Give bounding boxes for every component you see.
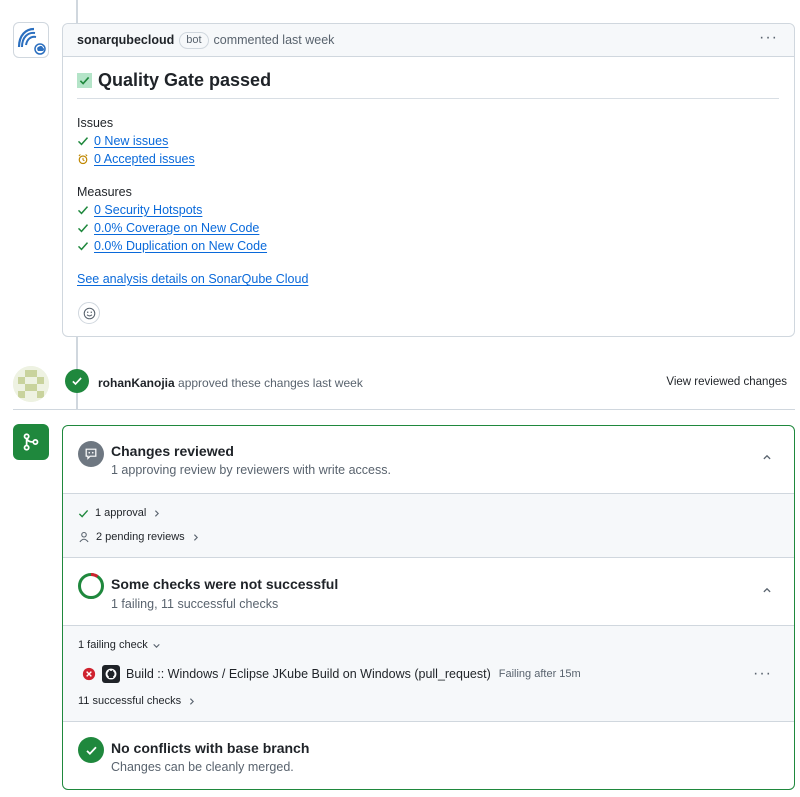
failing-check-options-button[interactable]: ···: [753, 666, 772, 682]
comment-header: sonarqubecloud bot commented last week ·…: [63, 24, 794, 57]
pending-reviews-row[interactable]: 2 pending reviews: [78, 531, 200, 543]
success-check-icon: [78, 737, 104, 763]
title-divider: [77, 98, 779, 99]
timeline-divider: [13, 409, 795, 410]
check-icon: [77, 135, 91, 147]
failing-check-row[interactable]: Build :: Windows / Eclipse JKube Build o…: [82, 665, 581, 683]
chevron-up-icon[interactable]: [762, 585, 772, 595]
approval-event: rohanKanojia approved these changes last…: [98, 376, 363, 390]
duplication-link[interactable]: 0.0% Duplication on New Code: [94, 239, 267, 253]
x-circle-icon: [82, 667, 96, 681]
changes-reviewed-subtitle: 1 approving review by reviewers with wri…: [111, 463, 391, 477]
approval-count-row[interactable]: 1 approval: [78, 507, 161, 519]
review-comment-icon: [78, 441, 104, 467]
sonarqube-logo-icon: [17, 27, 46, 55]
accepted-issues-link[interactable]: 0 Accepted issues: [94, 152, 195, 166]
chevron-right-icon: [187, 697, 196, 706]
analysis-details-link[interactable]: See analysis details on SonarQube Cloud: [77, 272, 308, 286]
check-icon: [77, 240, 91, 252]
no-conflicts-section: No conflicts with base branch Changes ca…: [63, 721, 794, 789]
chevron-right-icon: [191, 533, 200, 542]
new-issues-link[interactable]: 0 New issues: [94, 134, 168, 148]
changes-reviewed-section[interactable]: Changes reviewed 1 approving review by r…: [63, 426, 794, 493]
check-icon: [77, 204, 91, 216]
failing-checks-toggle[interactable]: 1 failing check: [78, 639, 161, 651]
approver-name[interactable]: rohanKanojia: [98, 376, 175, 390]
chevron-right-icon: [152, 509, 161, 518]
measures-row-coverage: 0.0% Coverage on New Code: [77, 221, 259, 235]
failing-checks-label: 1 failing check: [78, 639, 148, 651]
security-hotspots-link[interactable]: 0 Security Hotspots: [94, 203, 202, 217]
failing-check-status: Failing after 15m: [498, 668, 581, 680]
no-conflicts-title: No conflicts with base branch: [111, 740, 310, 756]
alarm-clock-icon: [77, 153, 91, 165]
issues-row-accepted: 0 Accepted issues: [77, 152, 195, 166]
comment-author[interactable]: sonarqubecloud: [77, 33, 174, 47]
add-reaction-button[interactable]: [78, 302, 100, 324]
successful-checks-toggle[interactable]: 11 successful checks: [78, 695, 196, 707]
identicon-icon: [13, 366, 49, 402]
checks-section[interactable]: Some checks were not successful 1 failin…: [63, 557, 794, 626]
bot-badge: bot: [179, 31, 209, 49]
comment-timestamp[interactable]: commented last week: [214, 33, 335, 47]
merge-status-card: Changes reviewed 1 approving review by r…: [62, 425, 795, 790]
comment-options-button[interactable]: ···: [759, 30, 778, 46]
github-logo-icon: [102, 665, 120, 683]
no-conflicts-subtitle: Changes can be cleanly merged.: [111, 760, 294, 774]
smiley-icon: [83, 307, 95, 319]
checks-title: Some checks were not successful: [111, 576, 339, 592]
changes-reviewed-title: Changes reviewed: [111, 443, 234, 459]
person-icon: [78, 531, 90, 543]
check-icon: [78, 508, 89, 519]
pending-reviews: 2 pending reviews: [96, 531, 185, 543]
view-reviewed-changes-link[interactable]: View reviewed changes: [666, 376, 787, 388]
rohankanojia-avatar[interactable]: [13, 366, 49, 402]
quality-gate-title: Quality Gate passed: [77, 70, 271, 91]
checks-status-ring-icon: [78, 572, 104, 599]
measures-label: Measures: [77, 185, 132, 199]
issues-row-new: 0 New issues: [77, 134, 168, 148]
sonar-comment-card: sonarqubecloud bot commented last week ·…: [62, 23, 795, 337]
failing-check-name[interactable]: Build :: Windows / Eclipse JKube Build o…: [126, 667, 491, 681]
git-merge-icon: [13, 424, 49, 460]
chevron-down-icon: [152, 641, 161, 650]
approved-check-icon: [65, 369, 89, 393]
checkbox-icon: [77, 73, 92, 88]
approval-count: 1 approval: [95, 507, 147, 519]
issues-label: Issues: [77, 116, 114, 130]
checks-subtitle: 1 failing, 11 successful checks: [111, 597, 279, 611]
timeline-line-top: [76, 0, 78, 23]
review-details-section: 1 approval 2 pending reviews: [63, 493, 794, 558]
chevron-up-icon[interactable]: [762, 452, 772, 462]
coverage-link[interactable]: 0.0% Coverage on New Code: [94, 221, 259, 235]
measures-row-hotspots: 0 Security Hotspots: [77, 203, 202, 217]
successful-checks-label: 11 successful checks: [78, 695, 182, 707]
check-icon: [77, 222, 91, 234]
measures-row-duplication: 0.0% Duplication on New Code: [77, 239, 267, 253]
approval-description: approved these changes last week: [178, 376, 363, 390]
quality-gate-text: Quality Gate passed: [98, 70, 272, 90]
sonarqubecloud-avatar[interactable]: [13, 22, 49, 58]
